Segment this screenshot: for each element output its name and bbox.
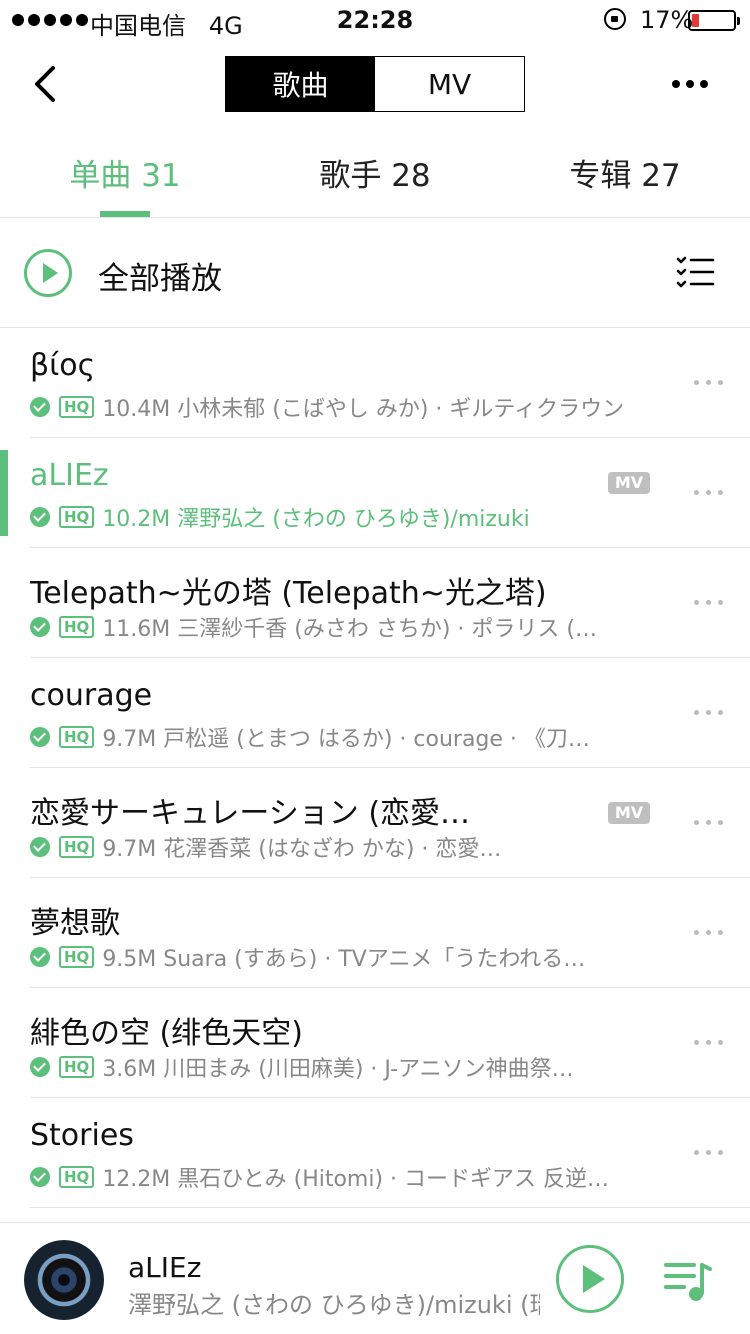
song-meta: HQ 9.7M 花澤香菜 (はなざわ かな) · 恋愛… <box>30 832 650 862</box>
row-more-button[interactable] <box>686 482 730 502</box>
song-title: aLIEz <box>30 458 109 493</box>
song-row[interactable]: βίος HQ 10.4M 小林未郁 (こばやし みか) · ギルティクラウン <box>0 328 750 438</box>
check-circle-icon <box>30 1167 50 1187</box>
hq-badge: HQ <box>59 506 95 528</box>
segment-songs[interactable]: 歌曲 <box>226 57 375 111</box>
check-circle-icon <box>30 837 50 857</box>
song-meta: HQ 12.2M 黒石ひとみ (Hitomi) · コードギアス 反逆… <box>30 1162 650 1192</box>
song-row[interactable]: aLIEz HQ 10.2M 澤野弘之 (さわの ひろゆき)/mizuki MV <box>0 438 750 548</box>
more-horizontal-icon <box>672 80 680 88</box>
battery-percent: 17% <box>640 6 694 34</box>
hq-badge: HQ <box>59 396 95 418</box>
chevron-left-icon <box>35 66 55 102</box>
tab-albums[interactable]: 专辑 27 <box>500 128 750 217</box>
song-title: βίος <box>30 348 96 383</box>
song-meta: HQ 10.2M 澤野弘之 (さわの ひろゆき)/mizuki <box>30 502 650 532</box>
mv-badge[interactable]: MV <box>608 472 650 494</box>
tab-artists[interactable]: 歌手 28 <box>250 128 500 217</box>
play-all-label: 全部播放 <box>98 261 222 297</box>
song-title: Telepath~光の塔 (Telepath~光之塔) <box>30 576 547 611</box>
hq-badge: HQ <box>59 1056 95 1078</box>
hq-badge: HQ <box>59 616 95 638</box>
now-playing-artist: 澤野弘之 (さわの ひろゆき)/mizuki (瑞 <box>128 1291 540 1319</box>
battery-level <box>692 14 699 27</box>
clock: 22:28 <box>336 6 414 34</box>
song-row[interactable]: Telepath~光の塔 (Telepath~光之塔) HQ 11.6M 三澤紗… <box>0 548 750 658</box>
song-row[interactable]: courage HQ 9.7M 戸松遥 (とまつ はるか) · courage … <box>0 658 750 768</box>
song-row[interactable]: Stories HQ 12.2M 黒石ひとみ (Hitomi) · コードギアス… <box>0 1098 750 1208</box>
checklist-icon[interactable] <box>676 256 716 290</box>
album-cover[interactable] <box>24 1240 104 1320</box>
check-circle-icon <box>30 507 50 527</box>
song-meta-text: 9.7M 花澤香菜 (はなざわ かな) · 恋愛… <box>102 837 502 862</box>
category-tabs: 单曲 31 歌手 28 专辑 27 <box>0 128 750 218</box>
song-title: 恋愛サーキュレーション (恋愛… <box>30 796 471 831</box>
more-horizontal-icon <box>693 1149 699 1155</box>
more-horizontal-icon <box>693 599 699 605</box>
song-meta-text: 12.2M 黒石ひとみ (Hitomi) · コードギアス 反逆… <box>102 1167 610 1192</box>
song-meta-text: 10.4M 小林未郁 (こばやし みか) · ギルティクラウン <box>102 397 625 422</box>
tab-singles[interactable]: 单曲 31 <box>0 128 250 217</box>
segment-control: 歌曲 MV <box>225 56 525 112</box>
song-meta-text: 9.5M Suara (すあら) · TVアニメ「うたわれる… <box>102 947 586 972</box>
hq-badge: HQ <box>59 1166 95 1188</box>
more-horizontal-icon <box>693 1039 699 1045</box>
song-row[interactable]: 恋愛サーキュレーション (恋愛… HQ 9.7M 花澤香菜 (はなざわ かな) … <box>0 768 750 878</box>
row-more-button[interactable] <box>686 812 730 832</box>
row-more-button[interactable] <box>686 1032 730 1052</box>
hq-badge: HQ <box>59 946 95 968</box>
more-horizontal-icon <box>693 819 699 825</box>
check-circle-icon <box>30 947 50 967</box>
check-circle-icon <box>30 727 50 747</box>
more-horizontal-icon <box>693 379 699 385</box>
song-meta-text: 11.6M 三澤紗千香 (みさわ さちか) · ポラリス (… <box>102 617 597 642</box>
row-more-button[interactable] <box>686 922 730 942</box>
nav-bar: 歌曲 MV <box>0 40 750 128</box>
mini-player[interactable]: aLIEz 澤野弘之 (さわの ひろゆき)/mizuki (瑞 <box>0 1222 750 1334</box>
play-circle-icon <box>24 249 72 297</box>
segment-mv[interactable]: MV <box>375 57 524 111</box>
more-horizontal-icon <box>693 489 699 495</box>
row-more-button[interactable] <box>686 702 730 722</box>
check-circle-icon <box>30 617 50 637</box>
song-row[interactable]: 夢想歌 HQ 9.5M Suara (すあら) · TVアニメ「うたわれる… <box>0 878 750 988</box>
song-meta-text: 3.6M 川田まみ (川田麻美) · J-アニソン神曲祭… <box>102 1057 574 1082</box>
song-title: 夢想歌 <box>30 906 120 941</box>
check-circle-icon <box>30 397 50 417</box>
more-horizontal-icon <box>693 929 699 935</box>
song-meta: HQ 11.6M 三澤紗千香 (みさわ さちか) · ポラリス (… <box>30 612 650 642</box>
play-button[interactable] <box>556 1245 624 1313</box>
more-horizontal-icon <box>693 709 699 715</box>
check-circle-icon <box>30 1057 50 1077</box>
song-title: 緋色の空 (绯色天空) <box>30 1016 303 1051</box>
battery-icon <box>688 10 740 31</box>
row-more-button[interactable] <box>686 372 730 392</box>
song-meta-text: 10.2M 澤野弘之 (さわの ひろゆき)/mizuki <box>102 507 530 532</box>
rotation-lock-icon <box>604 8 626 30</box>
song-meta-text: 9.7M 戸松遥 (とまつ はるか) · courage · 《刀… <box>102 727 590 752</box>
row-more-button[interactable] <box>686 592 730 612</box>
row-more-button[interactable] <box>686 1142 730 1162</box>
hq-badge: HQ <box>59 836 95 858</box>
status-bar: 中国电信 4G 22:28 17% <box>0 0 750 40</box>
song-title: courage <box>30 678 153 713</box>
back-button[interactable] <box>20 60 70 110</box>
song-meta: HQ 3.6M 川田まみ (川田麻美) · J-アニソン神曲祭… <box>30 1052 650 1082</box>
hq-badge: HQ <box>59 726 95 748</box>
song-row[interactable]: 緋色の空 (绯色天空) HQ 3.6M 川田まみ (川田麻美) · J-アニソン… <box>0 988 750 1098</box>
song-meta: HQ 9.5M Suara (すあら) · TVアニメ「うたわれる… <box>30 942 650 972</box>
more-button[interactable] <box>660 60 720 108</box>
now-playing-title: aLIEz <box>128 1251 202 1284</box>
play-all-row[interactable]: 全部播放 <box>0 218 750 328</box>
mv-badge[interactable]: MV <box>608 802 650 824</box>
song-meta: HQ 9.7M 戸松遥 (とまつ はるか) · courage · 《刀… <box>30 722 650 752</box>
song-list: βίος HQ 10.4M 小林未郁 (こばやし みか) · ギルティクラウン … <box>0 328 750 1208</box>
now-playing-indicator <box>0 450 8 536</box>
song-title: Stories <box>30 1118 134 1153</box>
playlist-music-icon[interactable] <box>664 1259 712 1303</box>
song-meta: HQ 10.4M 小林未郁 (こばやし みか) · ギルティクラウン <box>30 392 650 422</box>
